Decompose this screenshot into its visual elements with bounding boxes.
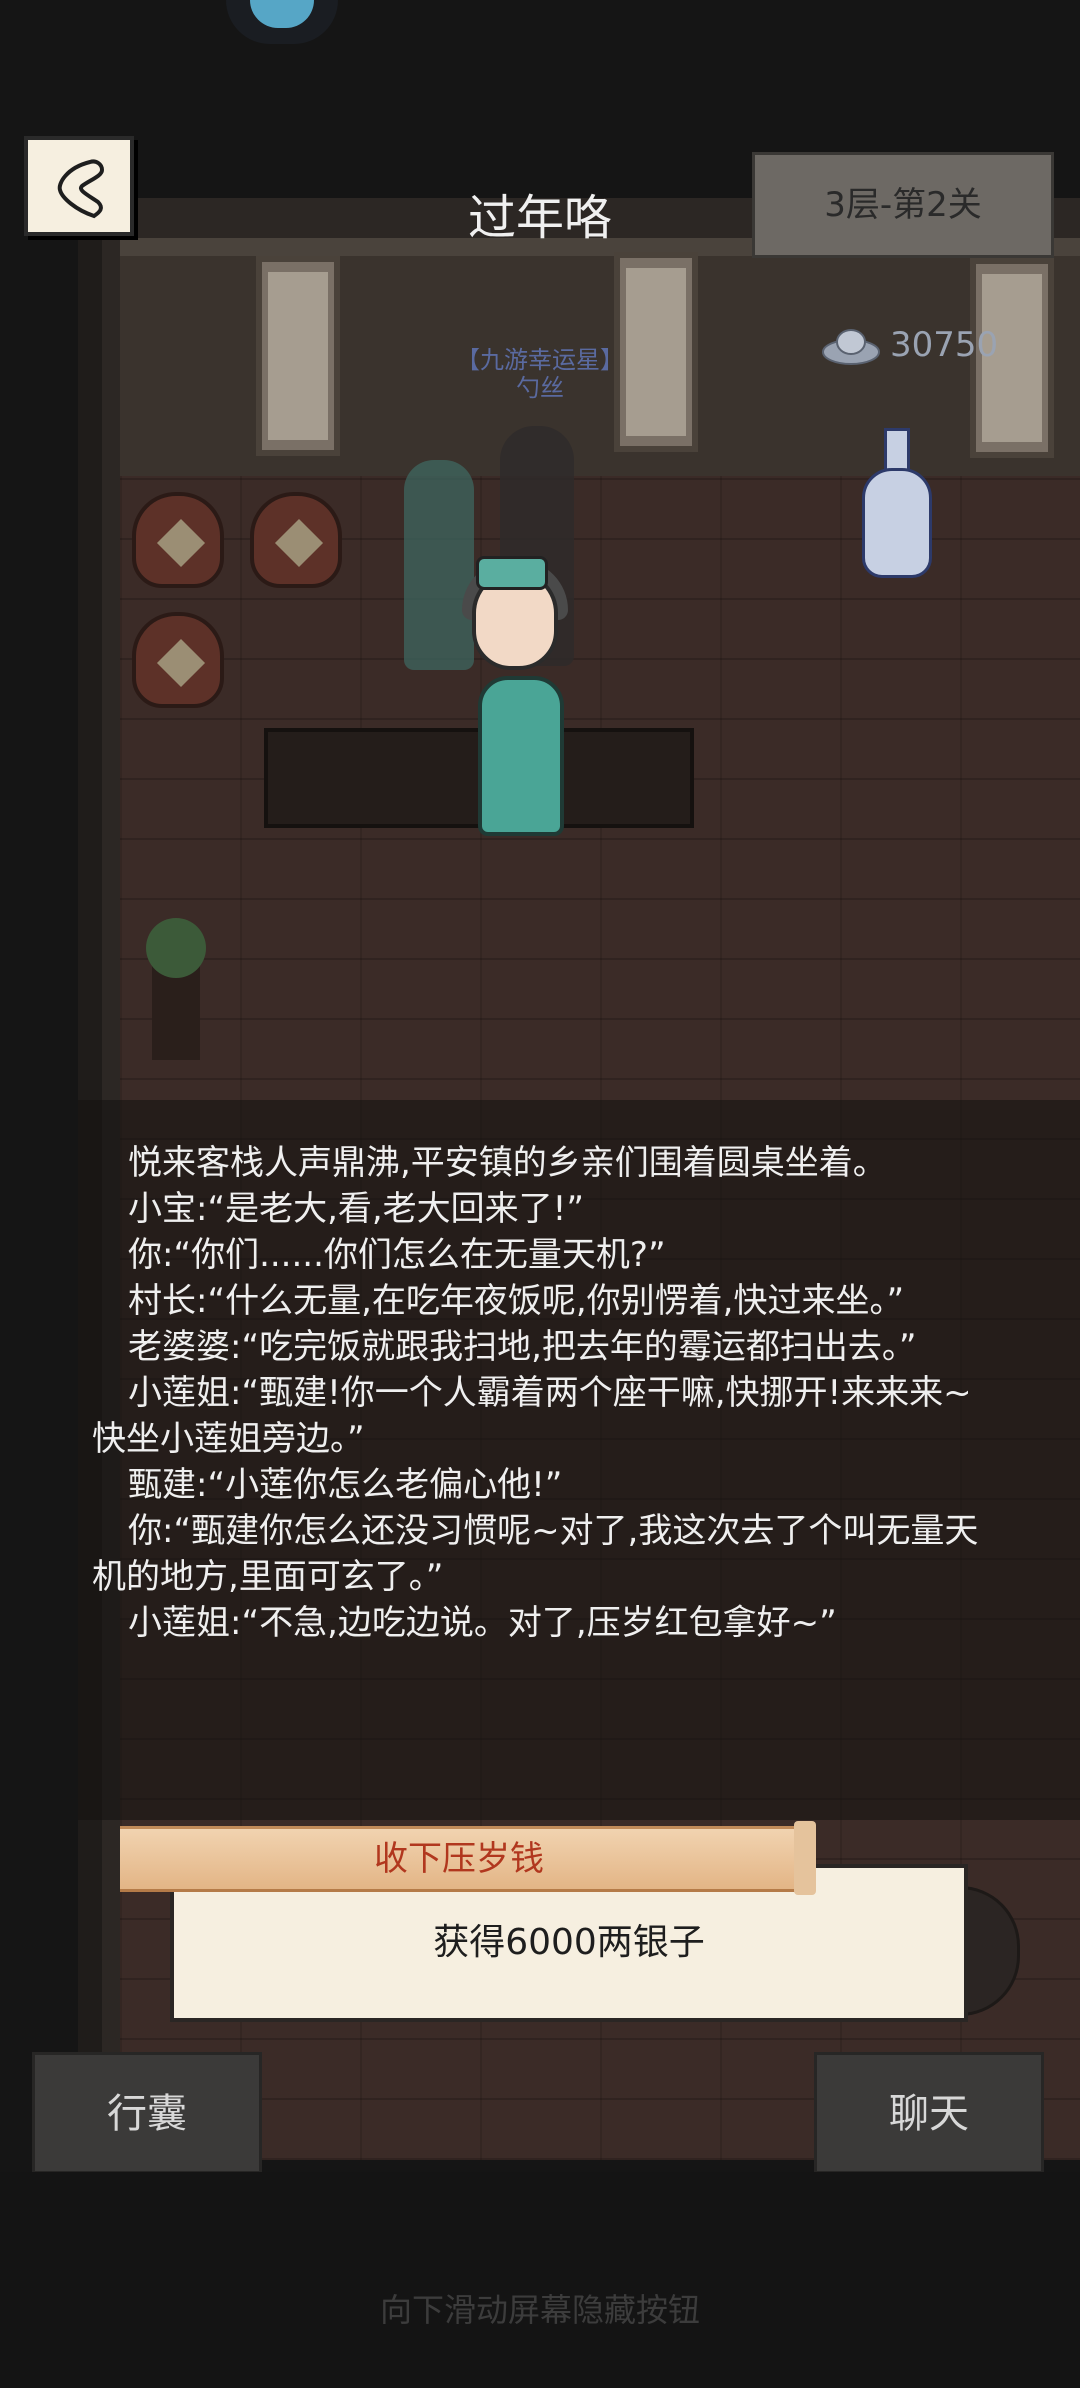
- wine-jar: [250, 492, 342, 588]
- wine-jar: [132, 492, 224, 588]
- silver-counter: 30750: [820, 318, 1040, 374]
- dialog-line: 甄建:“小莲你怎么老偏心他!”: [128, 1465, 563, 1505]
- dialog-line: 村长:“什么无量,在吃年夜饭呢,你别愣着,快过来坐。”: [128, 1281, 905, 1321]
- main-character-cap: [476, 556, 548, 590]
- npc-name-tag: 【九游幸运星】 勺丝: [430, 346, 650, 402]
- npc-title: 【九游幸运星】: [456, 346, 624, 374]
- level-badge[interactable]: 3层-第2关: [752, 152, 1054, 258]
- swipe-hint: 向下滑动屏幕隐藏按钮: [379, 2291, 700, 2329]
- dialog-line: 你:“你们......你们怎么在无量天机?”: [128, 1235, 666, 1275]
- back-button[interactable]: [24, 136, 134, 236]
- dialog-line: 你:“甄建你怎么还没习惯呢~对了,我这次去了个叫无量天机的地方,里面可玄了。”: [92, 1511, 979, 1597]
- wall-scroll-painting: [256, 256, 340, 456]
- reward-title: 收下压岁钱: [374, 1839, 544, 1879]
- page-title: 过年咯: [467, 190, 612, 246]
- silver-ingot-icon: [822, 329, 880, 365]
- reward-title-banner: 收下压岁钱: [120, 1821, 816, 1895]
- dialog-line: 小莲姐:“不急,边吃边说。对了,压岁红包拿好~”: [128, 1603, 837, 1643]
- main-character-body[interactable]: [478, 676, 564, 836]
- dialog-line: 小宝:“是老大,看,老大回来了!”: [128, 1189, 584, 1229]
- silver-amount: 30750: [890, 325, 999, 365]
- wine-jar: [132, 612, 224, 708]
- back-arrow-icon: [57, 159, 105, 219]
- porcelain-vase: [862, 428, 932, 588]
- npc-name: 勺丝: [516, 374, 564, 402]
- dialog-line: 悦来客栈人声鼎沸,平安镇的乡亲们围着圆桌坐着。: [128, 1143, 887, 1183]
- background-character: [404, 460, 474, 670]
- top-avatar: [226, 0, 338, 44]
- chat-button[interactable]: 聊天: [814, 2052, 1044, 2174]
- dialog-line: 老婆婆:“吃完饭就跟我扫地,把去年的霉运都扫出去。”: [128, 1327, 917, 1367]
- bottom-bar: [0, 2172, 1080, 2388]
- dialog-line: 小莲姐:“甄建!你一个人霸着两个座干嘛,快挪开!来来来~快坐小莲姐旁边。”: [92, 1373, 972, 1459]
- potted-plant: [146, 918, 206, 978]
- inventory-button[interactable]: 行囊: [32, 2052, 262, 2174]
- story-dialog[interactable]: 悦来客栈人声鼎沸,平安镇的乡亲们围着圆桌坐着。 小宝:“是老大,看,老大回来了!…: [92, 1140, 992, 1646]
- scroll-end-cap: [794, 1821, 816, 1895]
